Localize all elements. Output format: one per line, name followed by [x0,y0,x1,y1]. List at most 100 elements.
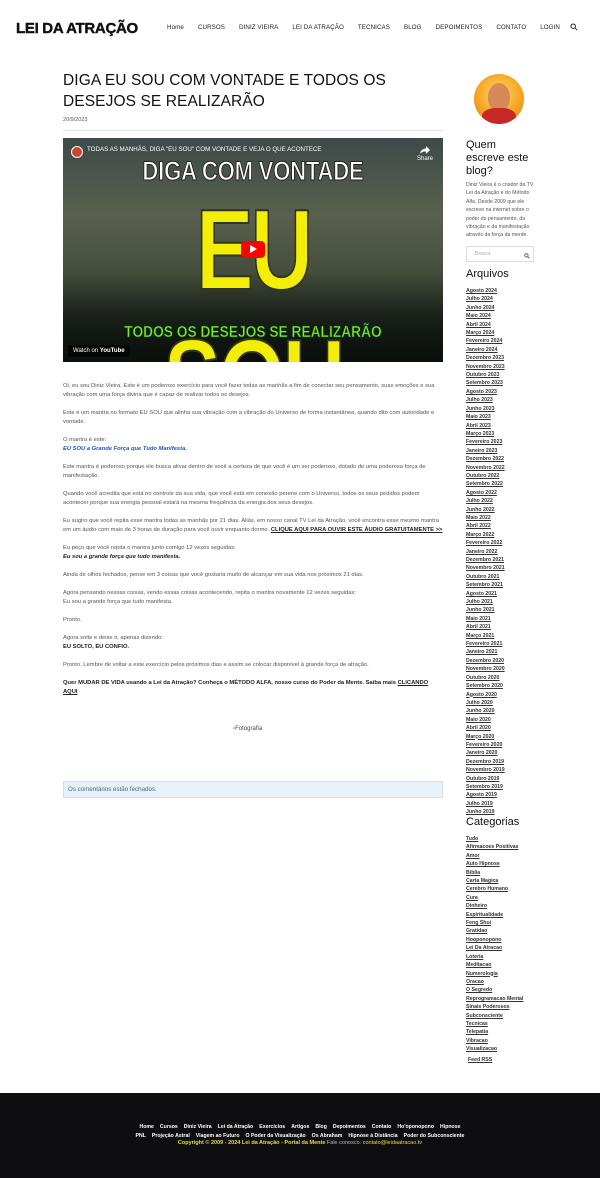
category-link[interactable]: Gratidao [466,927,536,935]
category-link[interactable]: Biblia [466,869,536,877]
video-title[interactable]: TODAS AS MANHÃS, DIGA "EU SOU" COM VONTA… [87,146,322,153]
footer-link[interactable]: Hipnose à Distância [348,1133,397,1139]
archive-link[interactable]: Novembro 2020 [466,665,536,673]
nav-blog[interactable]: BLOG [397,24,429,32]
archive-link[interactable]: Janeiro 2021 [466,648,536,656]
archive-link[interactable]: Julho 2019 [466,800,536,808]
category-link[interactable]: Tudo [466,835,536,843]
archive-link[interactable]: Outubro 2022 [466,472,536,480]
archive-link[interactable]: Setembro 2022 [466,480,536,488]
archive-link[interactable]: Março 2023 [466,430,536,438]
archive-link[interactable]: Junho 2023 [466,405,536,413]
footer-link[interactable]: Projeção Astral [152,1133,190,1139]
archive-link[interactable]: Junho 2020 [466,707,536,715]
feed-rss-link[interactable]: Feed RSS [468,1057,492,1063]
video-embed[interactable]: TODAS AS MANHÃS, DIGA "EU SOU" COM VONTA… [63,138,443,362]
archive-link[interactable]: Dezembro 2019 [466,758,536,766]
category-link[interactable]: Numerologia [466,970,536,978]
audio-link[interactable]: CLIQUE AQUI PARA OUVIR ESTE ÁUDIO GRATUI… [271,527,443,533]
search-icon[interactable] [570,23,578,31]
footer-link[interactable]: Poder do Subconsciente [404,1133,465,1139]
archive-link[interactable]: Abril 2024 [466,321,536,329]
archive-link[interactable]: Setembro 2019 [466,783,536,791]
archive-link[interactable]: Novembro 2019 [466,766,536,774]
footer-link[interactable]: Os Abraham [312,1133,343,1139]
category-link[interactable]: Cerebro Humano [466,885,536,893]
archive-link[interactable]: Julho 2022 [466,497,536,505]
archive-link[interactable]: Março 2024 [466,329,536,337]
category-link[interactable]: Telepatia [466,1028,536,1036]
archive-link[interactable]: Janeiro 2023 [466,447,536,455]
archive-link[interactable]: Julho 2020 [466,699,536,707]
archive-link[interactable]: Novembro 2023 [466,363,536,371]
archive-link[interactable]: Outubro 2019 [466,775,536,783]
category-link[interactable]: Meditacao [466,961,536,969]
archive-link[interactable]: Setembro 2023 [466,379,536,387]
archive-link[interactable]: Dezembro 2022 [466,455,536,463]
category-link[interactable]: Dinheiro [466,902,536,910]
category-link[interactable]: O Segredo [466,986,536,994]
archive-link[interactable]: Janeiro 2022 [466,548,536,556]
category-link[interactable]: Subconsciente [466,1012,536,1020]
category-link[interactable]: Amor [466,852,536,860]
category-link[interactable]: Afirmacoes Positivas [466,843,536,851]
nav-diniz-vieira[interactable]: DINIZ VIEIRA [232,24,285,32]
archive-link[interactable]: Fevereiro 2021 [466,640,536,648]
archive-link[interactable]: Outubro 2023 [466,371,536,379]
category-link[interactable]: Sinais Poderosos [466,1003,536,1011]
archive-link[interactable]: Junho 2024 [466,304,536,312]
archive-link[interactable]: Julho 2021 [466,598,536,606]
category-link[interactable]: Tecnicas [466,1020,536,1028]
nav-tecnicas[interactable]: TECNICAS [351,24,397,32]
nav-depoimentos[interactable]: DEPOIMENTOS [429,24,490,32]
watch-on-youtube-button[interactable]: Watch on YouTube [68,345,130,357]
archive-link[interactable]: Maio 2024 [466,312,536,320]
archive-link[interactable]: Novembro 2022 [466,464,536,472]
archive-link[interactable]: Fevereiro 2023 [466,438,536,446]
category-link[interactable]: Oracao [466,978,536,986]
archive-link[interactable]: Novembro 2021 [466,564,536,572]
archive-link[interactable]: Agosto 2020 [466,691,536,699]
archive-link[interactable]: Maio 2021 [466,615,536,623]
archive-link[interactable]: Junho 2021 [466,606,536,614]
nav-contato[interactable]: CONTATO [489,24,533,32]
archive-link[interactable]: Outubro 2021 [466,573,536,581]
archive-link[interactable]: Março 2020 [466,733,536,741]
category-link[interactable]: Visualizacao [466,1045,536,1053]
archive-link[interactable]: Abril 2022 [466,522,536,530]
category-link[interactable]: Carta Magica [466,877,536,885]
nav-cursos[interactable]: CURSOS [191,24,232,32]
archive-link[interactable]: Setembro 2020 [466,682,536,690]
category-link[interactable]: Lei Da Atracao [466,944,536,952]
archive-link[interactable]: Junho 2022 [466,506,536,514]
archive-link[interactable]: Outubro 2020 [466,674,536,682]
archive-link[interactable]: Maio 2022 [466,514,536,522]
share-button[interactable]: Share [417,146,433,162]
category-link[interactable]: Cura [466,894,536,902]
category-link[interactable]: Feng Shui [466,919,536,927]
footer-link[interactable]: O Poder da Visualização [246,1133,306,1139]
search-icon[interactable] [524,251,530,259]
archive-link[interactable]: Agosto 2021 [466,590,536,598]
nav-login[interactable]: LOGIN [533,24,567,32]
archive-link[interactable]: Fevereiro 2024 [466,337,536,345]
archive-link[interactable]: Setembro 2021 [466,581,536,589]
search-input[interactable]: Busca [466,246,534,262]
archive-link[interactable]: Fevereiro 2020 [466,741,536,749]
archive-link[interactable]: Agosto 2024 [466,287,536,295]
category-link[interactable]: Reprogramacao Mental [466,995,536,1003]
archive-link[interactable]: Maio 2020 [466,716,536,724]
archive-link[interactable]: Agosto 2019 [466,791,536,799]
nav-home[interactable]: Home [160,24,191,32]
archive-link[interactable]: Janeiro 2020 [466,749,536,757]
contact-email-link[interactable]: contato@leidaatracao.tv [363,1140,422,1146]
category-link[interactable]: Loteria [466,953,536,961]
footer-link[interactable]: Viagem ao Futuro [196,1133,240,1139]
archive-link[interactable]: Agosto 2023 [466,388,536,396]
channel-avatar[interactable] [71,146,83,158]
archive-link[interactable]: Julho 2024 [466,295,536,303]
site-logo[interactable]: LEI DA ATRAÇÃO [16,19,139,39]
archive-link[interactable]: Abril 2020 [466,724,536,732]
footer-link[interactable]: PNL [136,1133,146,1139]
archive-link[interactable]: Dezembro 2021 [466,556,536,564]
